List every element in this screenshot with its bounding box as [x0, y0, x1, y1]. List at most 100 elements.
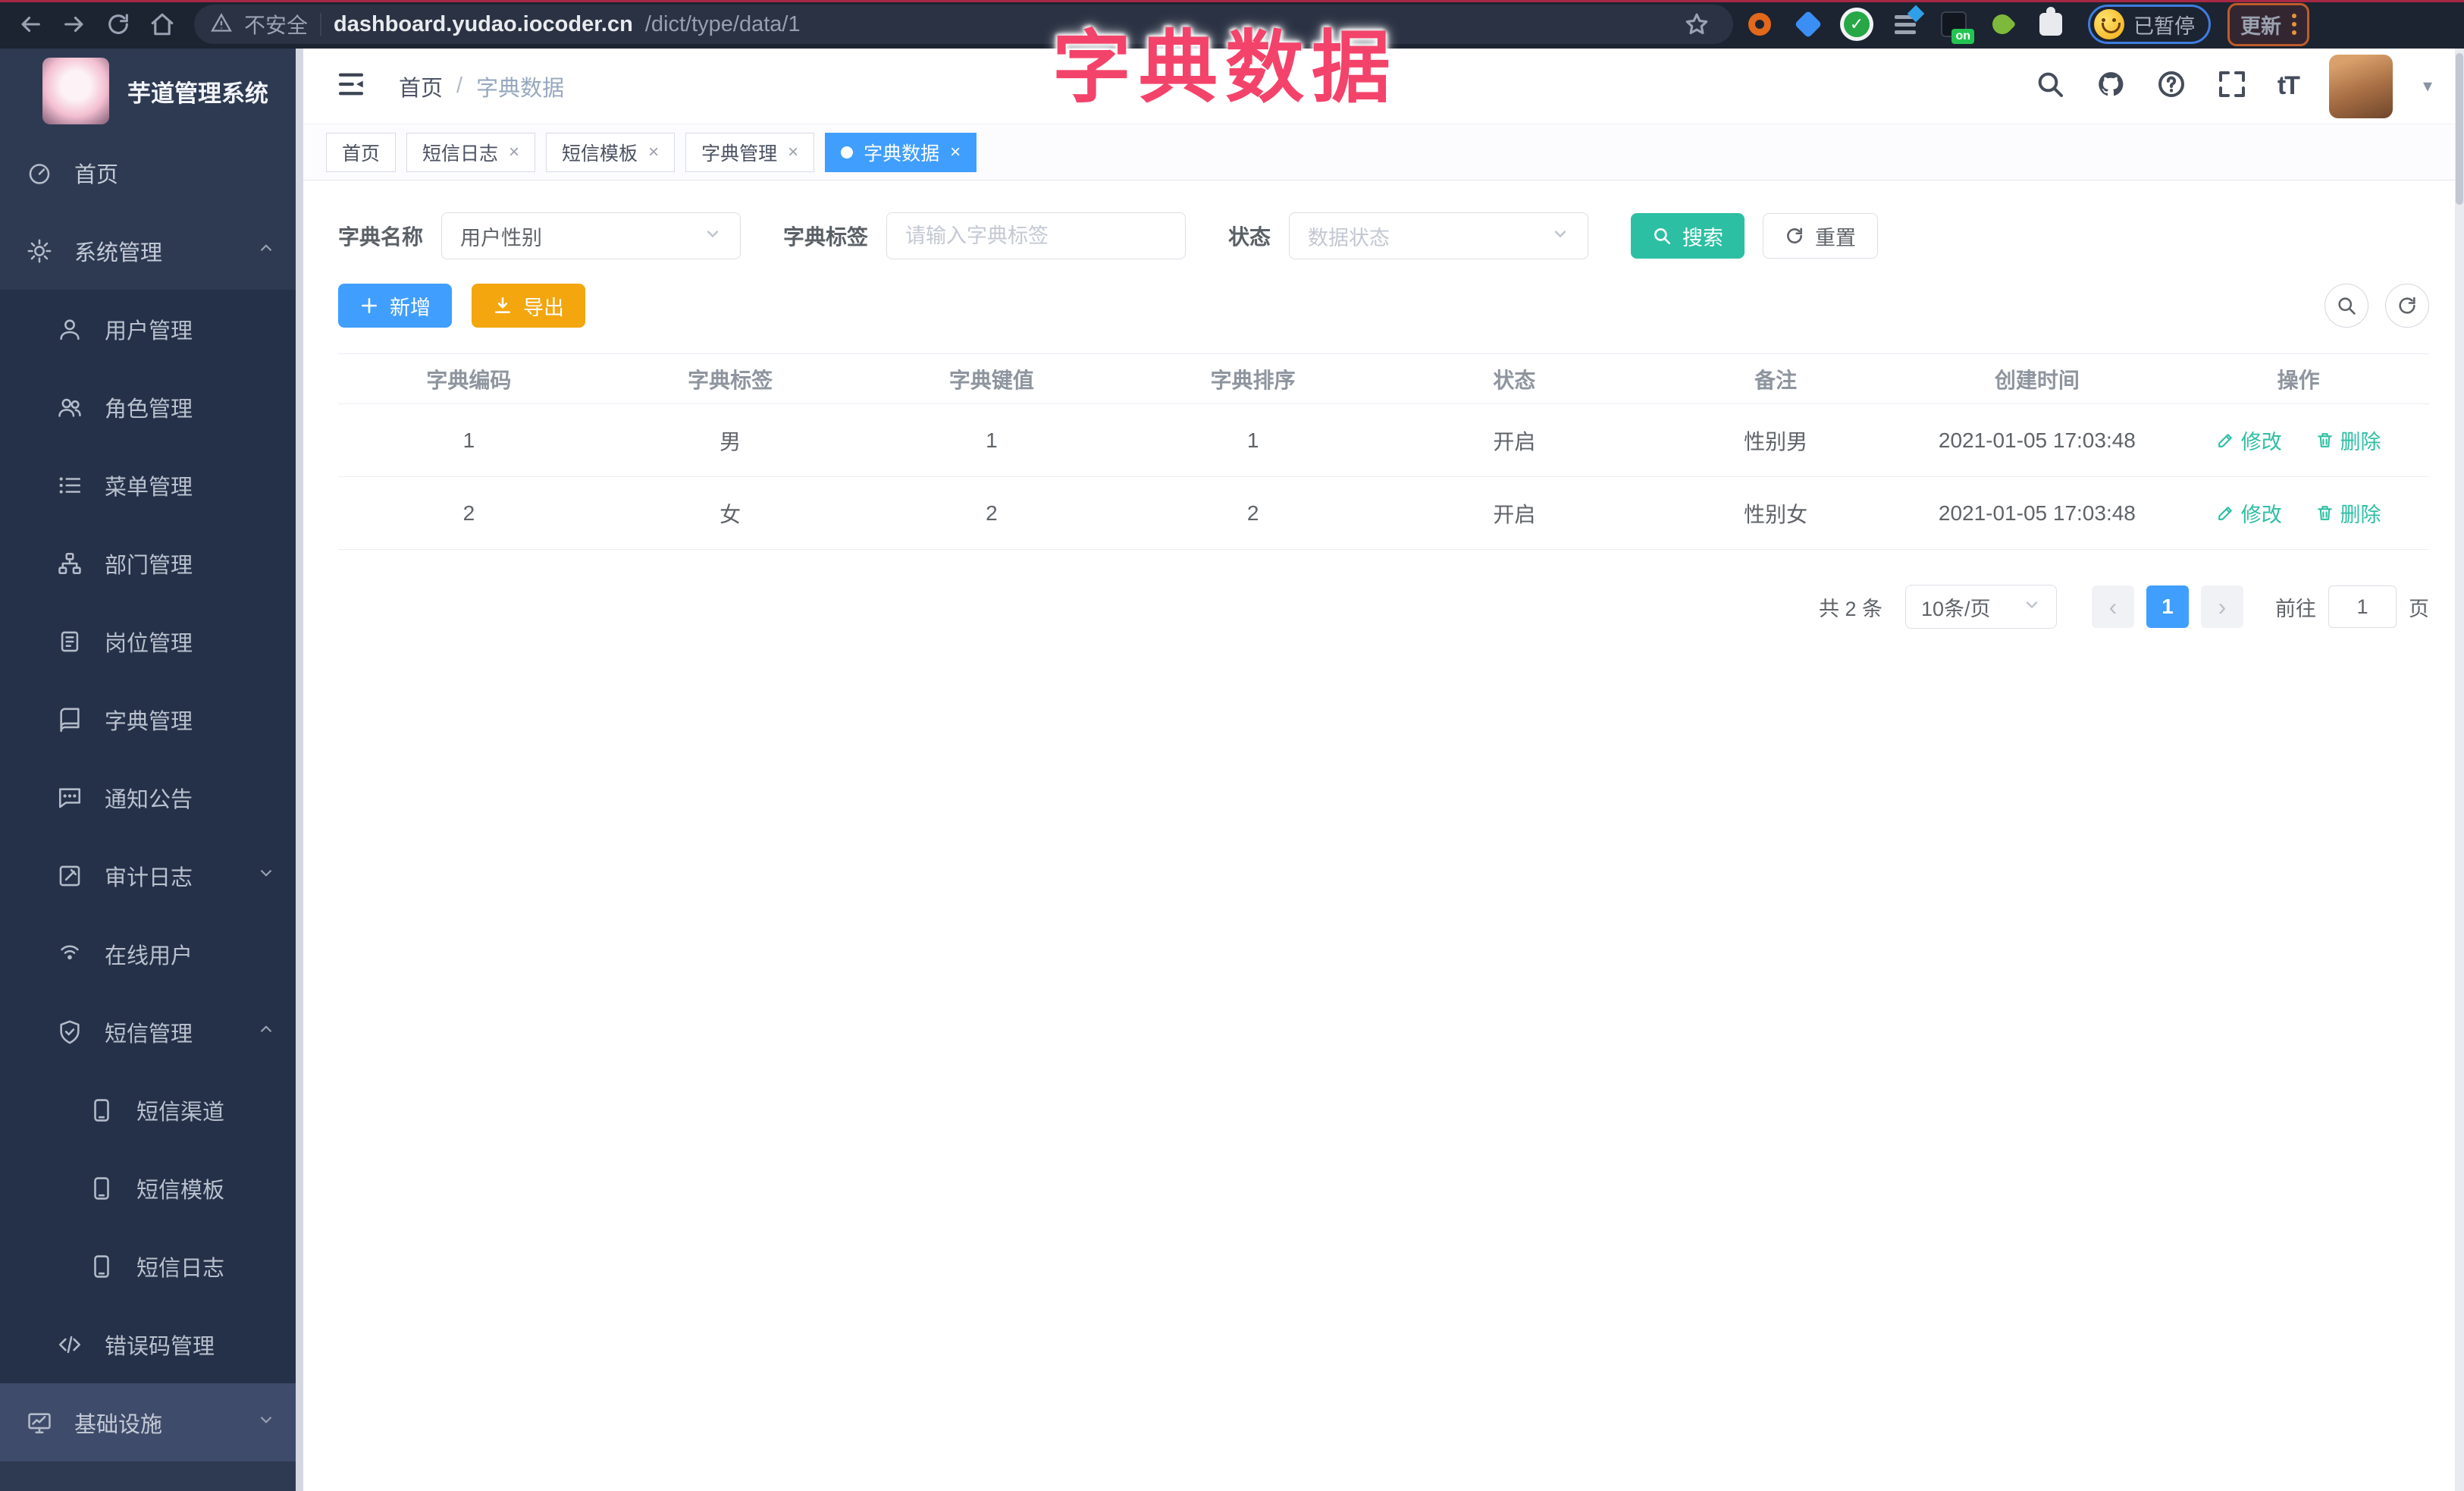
- add-button[interactable]: 新增: [338, 284, 452, 328]
- col-actions: 操作: [2168, 353, 2429, 404]
- sidebar-item-sms-channel[interactable]: 短信渠道: [0, 1071, 303, 1149]
- sidebar-collapse-icon[interactable]: [335, 68, 367, 104]
- close-icon[interactable]: ×: [950, 142, 961, 163]
- sidebar-item-dict-mgmt[interactable]: 字典管理: [0, 680, 303, 758]
- overlay-title: 字典数据: [1052, 24, 1399, 112]
- dict-label-input[interactable]: [905, 224, 1168, 248]
- extension-sprout-icon[interactable]: [1980, 5, 2024, 44]
- dict-name-select[interactable]: 用户性别: [441, 212, 741, 259]
- sidebar-item-error-code[interactable]: 错误码管理: [0, 1305, 303, 1383]
- browser-profile-chip[interactable]: 已暂停: [2088, 5, 2211, 44]
- extension-orange-icon[interactable]: [1738, 5, 1782, 44]
- sidebar-item-sms-log[interactable]: 短信日志: [0, 1227, 303, 1305]
- next-page-button[interactable]: ›: [2201, 585, 2243, 628]
- message-icon: [56, 785, 83, 811]
- col-dict-code: 字典编码: [338, 353, 600, 404]
- home-icon[interactable]: [143, 5, 182, 44]
- signal-icon: [56, 941, 83, 967]
- sidebar-item-role-mgmt[interactable]: 角色管理: [0, 368, 303, 446]
- sidebar-item-online-users[interactable]: 在线用户: [0, 915, 303, 993]
- close-icon[interactable]: ×: [509, 142, 519, 163]
- forward-icon[interactable]: [55, 5, 94, 44]
- tag-home[interactable]: 首页: [326, 132, 397, 172]
- dict-label-label: 字典标签: [783, 225, 869, 249]
- toggle-search-button[interactable]: [2324, 284, 2368, 328]
- system-submenu: 用户管理 角色管理 菜单管理 部门管理 岗位管理 字典管理 通知公告 审计日志 …: [0, 290, 303, 1383]
- bookmark-star-icon[interactable]: [1677, 5, 1716, 44]
- screen: 不安全 dashboard.yudao.iocoder.cn /dict/typ…: [0, 0, 2464, 1491]
- goto-page-input[interactable]: [2328, 585, 2397, 628]
- reset-button[interactable]: 重置: [1763, 213, 1879, 259]
- phone-icon: [88, 1176, 115, 1201]
- extension-gem-icon[interactable]: [1786, 5, 1830, 44]
- tag-sms-template[interactable]: 短信模板 ×: [546, 132, 676, 172]
- sidebar: 芋道管理系统 首页 系统管理 用户管理 角色管理 菜单管理 部门管理 岗位管理 …: [0, 49, 303, 1491]
- url-separator: [320, 13, 322, 36]
- sidebar-scrollbar[interactable]: [296, 49, 303, 1491]
- tag-sms-log[interactable]: 短信日志 ×: [406, 132, 536, 172]
- reload-icon[interactable]: [99, 5, 138, 44]
- chevron-up-icon: [256, 238, 276, 264]
- help-icon[interactable]: [2156, 69, 2187, 103]
- extensions-puzzle-icon[interactable]: [2029, 5, 2073, 44]
- table-tools: [2324, 284, 2429, 328]
- chevron-down-icon: [256, 863, 276, 889]
- sidebar-item-home[interactable]: 首页: [0, 133, 303, 212]
- page-unit-label: 页: [2409, 597, 2429, 620]
- sidebar-item-user-mgmt[interactable]: 用户管理: [0, 290, 303, 368]
- breadcrumb-home[interactable]: 首页: [399, 71, 443, 102]
- refresh-button[interactable]: [2385, 284, 2429, 328]
- delete-link[interactable]: 删除: [2315, 425, 2381, 455]
- sidebar-item-sms-mgmt[interactable]: 短信管理: [0, 993, 303, 1071]
- extension-on-icon[interactable]: on: [1932, 5, 1976, 44]
- delete-link[interactable]: 删除: [2315, 498, 2381, 528]
- address-bar[interactable]: 不安全 dashboard.yudao.iocoder.cn /dict/typ…: [194, 5, 1733, 44]
- search-icon[interactable]: [2035, 69, 2065, 103]
- col-dict-label: 字典标签: [599, 353, 861, 404]
- url-domain: dashboard.yudao.iocoder.cn: [334, 11, 633, 36]
- shield-check-icon: [56, 1019, 83, 1045]
- prev-page-button[interactable]: ‹: [2092, 585, 2134, 628]
- sidebar-logo-row[interactable]: 芋道管理系统: [0, 49, 303, 133]
- back-icon[interactable]: [11, 5, 50, 44]
- edit-link[interactable]: 修改: [2216, 498, 2282, 528]
- org-tree-icon: [56, 551, 83, 576]
- export-button[interactable]: 导出: [472, 284, 585, 328]
- extension-bars-icon[interactable]: [1883, 5, 1927, 44]
- app-title: 芋道管理系统: [127, 80, 268, 107]
- sidebar-item-sms-template[interactable]: 短信模板: [0, 1149, 303, 1227]
- page-size-select[interactable]: 10条/页: [1905, 585, 2057, 629]
- sidebar-item-infrastructure[interactable]: 基础设施: [0, 1383, 303, 1461]
- fullscreen-icon[interactable]: [2217, 69, 2247, 103]
- close-icon[interactable]: ×: [648, 142, 659, 163]
- chevron-down-icon: [2023, 595, 2041, 619]
- close-icon[interactable]: ×: [788, 142, 798, 163]
- browser-update-button[interactable]: 更新: [2227, 2, 2309, 46]
- scrollbar-thumb[interactable]: [2456, 53, 2463, 205]
- extension-check-icon[interactable]: ✓: [1835, 5, 1879, 44]
- avatar-caret-icon[interactable]: ▾: [2423, 75, 2432, 97]
- search-button[interactable]: 搜索: [1631, 213, 1745, 259]
- sidebar-item-post-mgmt[interactable]: 岗位管理: [0, 602, 303, 680]
- dashboard-icon: [26, 160, 53, 186]
- sidebar-item-notice[interactable]: 通知公告: [0, 758, 303, 837]
- github-icon[interactable]: [2096, 69, 2126, 103]
- sidebar-item-audit-log[interactable]: 审计日志: [0, 837, 303, 915]
- user-avatar[interactable]: [2328, 54, 2393, 118]
- sidebar-item-menu-mgmt[interactable]: 菜单管理: [0, 446, 303, 524]
- browser-menu-icon[interactable]: [2292, 14, 2296, 35]
- code-icon: [56, 1332, 83, 1358]
- users-icon: [56, 394, 83, 420]
- tag-dict-mgmt[interactable]: 字典管理 ×: [685, 132, 815, 172]
- tag-dict-data-active[interactable]: 字典数据 ×: [825, 132, 977, 172]
- window-scrollbar[interactable]: [2455, 49, 2464, 1491]
- font-size-icon[interactable]: tT: [2277, 71, 2300, 101]
- sidebar-item-system-mgmt[interactable]: 系统管理: [0, 212, 303, 290]
- gear-icon: [26, 238, 53, 264]
- current-page[interactable]: 1: [2146, 585, 2189, 628]
- col-created: 创建时间: [1906, 353, 2168, 404]
- edit-link[interactable]: 修改: [2216, 425, 2282, 455]
- filter-form: 字典名称 用户性别 字典标签 状态 数据状态: [338, 212, 2429, 259]
- sidebar-item-dept-mgmt[interactable]: 部门管理: [0, 524, 303, 602]
- status-select[interactable]: 数据状态: [1289, 212, 1589, 259]
